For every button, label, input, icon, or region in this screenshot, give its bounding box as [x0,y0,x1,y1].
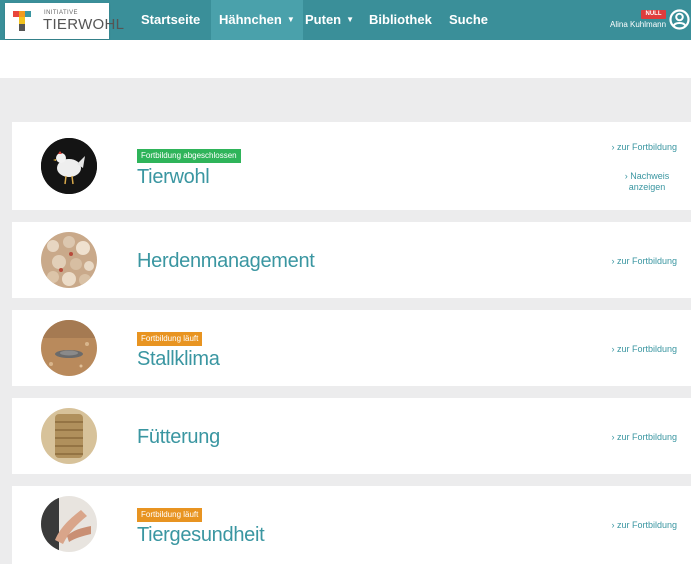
course-title[interactable]: Stallklima [137,348,220,371]
course-card-fuetterung: Fütterung › zur Fortbildung [12,398,691,474]
header-spacer [0,40,691,78]
course-card-stallklima: Fortbildung läuft Stallklima › zur Fortb… [12,310,691,386]
course-image-hands [41,496,97,552]
nav-haehnchen[interactable]: Hähnchen ▼ [211,0,303,40]
chevron-down-icon: ▼ [346,15,355,24]
course-link[interactable]: › zur Fortbildung [611,142,677,152]
nav-startseite[interactable]: Startseite [141,0,200,40]
logo-mark-icon [13,11,31,31]
chevron-down-icon: ▼ [286,15,295,24]
top-navbar: INITIATIVE TIERWOHL Startseite Hähnchen ▼… [0,0,691,40]
course-card-tierwohl: Fortbildung abgeschlossen Tierwohl › zur… [12,122,691,210]
logo-title: TIERWOHL [43,16,125,33]
course-card-herdenmanagement: Herdenmanagement › zur Fortbildung [12,222,691,298]
course-link[interactable]: › zur Fortbildung [611,256,677,266]
course-image-flock [41,232,97,288]
status-badge: Fortbildung läuft [137,332,203,346]
course-image-chicken [41,138,97,194]
status-badge: Fortbildung abgeschlossen [137,149,241,163]
user-account-icon[interactable] [669,9,690,30]
course-link[interactable]: › zur Fortbildung [611,432,677,442]
course-title[interactable]: Herdenmanagement [137,250,315,273]
course-image-feed-bale [41,408,97,464]
course-image-barn-floor [41,320,97,376]
course-title[interactable]: Tierwohl [137,166,210,189]
page-banner [0,78,691,120]
null-badge: NULL [641,10,666,19]
nav-suche[interactable]: Suche [449,0,488,40]
course-card-tiergesundheit: Fortbildung läuft Tiergesundheit › zur F… [12,486,691,564]
nav-puten-label: Puten [305,12,342,27]
status-badge: Fortbildung läuft [137,508,203,522]
certificate-link[interactable]: › Nachweis anzeigen [617,171,677,193]
user-name[interactable]: Alina Kuhlmann [610,20,666,29]
course-title[interactable]: Tiergesundheit [137,524,265,547]
nav-bibliothek[interactable]: Bibliothek [369,0,432,40]
logo[interactable]: INITIATIVE TIERWOHL [5,3,124,39]
course-link[interactable]: › zur Fortbildung [611,344,677,354]
course-link[interactable]: › zur Fortbildung [611,520,677,530]
course-title[interactable]: Fütterung [137,426,220,449]
nav-puten[interactable]: Puten ▼ [305,0,354,40]
nav-haehnchen-label: Hähnchen [219,12,282,27]
